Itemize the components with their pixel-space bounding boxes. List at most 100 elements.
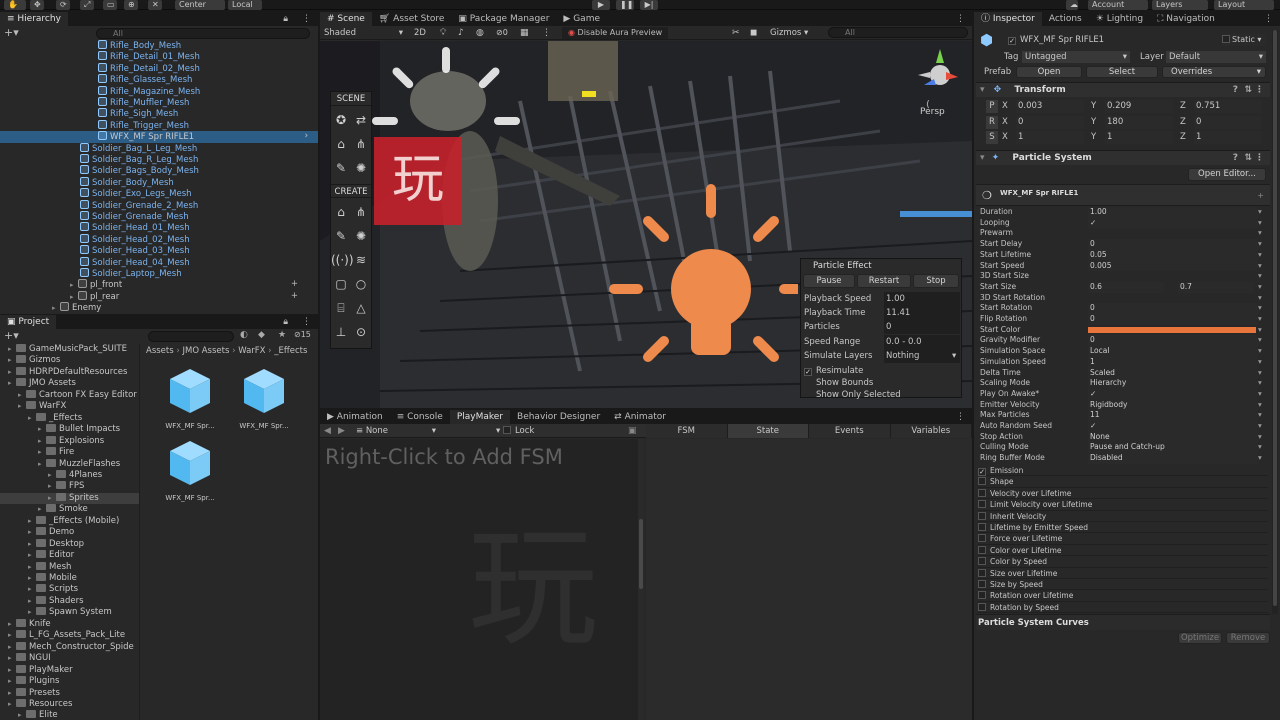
- chevron-down-icon[interactable]: ▾: [1258, 314, 1262, 325]
- hierarchy-item[interactable]: Rifle_Body_Mesh: [0, 40, 318, 51]
- transform-x-field[interactable]: 0.003: [1016, 100, 1084, 113]
- favorite-icon[interactable]: ★: [278, 330, 290, 340]
- chevron-down-icon[interactable]: ▾: [1258, 250, 1262, 261]
- kebab-menu-icon[interactable]: ⋮: [1257, 12, 1280, 26]
- layout-dropdown[interactable]: Layout: [1214, 0, 1274, 10]
- asset-item[interactable]: WFX_MF Spr...: [154, 367, 226, 430]
- transform-row-label[interactable]: R: [986, 115, 998, 129]
- tab-hierarchy[interactable]: ≡ Hierarchy: [0, 12, 68, 26]
- 2d-toggle[interactable]: 2D: [414, 27, 426, 39]
- gizmos-dropdown[interactable]: Gizmos ▾: [770, 27, 808, 39]
- tab-behavior-designer[interactable]: Behavior Designer: [510, 410, 607, 424]
- rect-tool-icon[interactable]: ▭: [103, 0, 117, 10]
- chevron-down-icon[interactable]: ▾: [1258, 271, 1262, 282]
- property-value[interactable]: 0.6: [1088, 281, 1164, 293]
- project-folder[interactable]: ▸ Fire: [0, 447, 139, 458]
- pivot-local-toggle[interactable]: Local: [228, 0, 262, 10]
- checkbox-checked-icon[interactable]: ✓: [978, 468, 986, 476]
- lock-icon[interactable]: 🔒︎: [276, 315, 295, 329]
- foldout-arrow-icon[interactable]: ▸: [28, 584, 36, 595]
- show-bounds-toggle[interactable]: Show Bounds: [804, 377, 873, 389]
- hand-tool-icon[interactable]: ✋: [4, 0, 26, 10]
- foldout-arrow-icon[interactable]: ▸: [48, 481, 56, 492]
- property-value[interactable]: Local: [1088, 346, 1258, 357]
- transform-row-label[interactable]: S: [986, 131, 998, 144]
- paint-icon[interactable]: ⌂: [331, 134, 351, 154]
- layers-dropdown[interactable]: Layers: [1152, 0, 1208, 10]
- persp-label[interactable]: Persp: [920, 107, 945, 117]
- orientation-gizmo[interactable]: ⟨: [912, 45, 968, 115]
- project-folder[interactable]: ▸ Cartoon FX Easy Editor: [0, 389, 139, 401]
- hierarchy-item[interactable]: Soldier_Grenade_Mesh: [0, 211, 318, 222]
- kebab-menu-icon[interactable]: ⋮: [1255, 83, 1264, 98]
- chevron-down-icon[interactable]: ▾: [1258, 378, 1262, 389]
- preset-icon[interactable]: ⇅: [1244, 83, 1252, 98]
- chevron-down-icon[interactable]: ▾: [1258, 432, 1262, 443]
- prefab-overrides-dropdown[interactable]: Overrides ▾: [1162, 66, 1266, 78]
- module-row[interactable]: Rotation by Speed: [978, 602, 1268, 614]
- swap-icon[interactable]: ⇄: [351, 110, 371, 130]
- chevron-down-icon[interactable]: ▾: [1258, 389, 1262, 400]
- checkbox-empty-icon[interactable]: [978, 545, 986, 554]
- project-folder[interactable]: ▸ NGUI: [0, 653, 139, 664]
- cloud-icon[interactable]: ☁: [1066, 0, 1078, 10]
- project-folder[interactable]: ▸ Plugins: [0, 676, 139, 687]
- hierarchy-item[interactable]: Soldier_Head_04_Mesh: [0, 256, 318, 268]
- property-value[interactable]: Hierarchy: [1088, 378, 1258, 389]
- property-value[interactable]: 0: [1088, 335, 1258, 347]
- optimize-button[interactable]: Optimize: [1178, 632, 1222, 644]
- checkbox-empty-icon[interactable]: [978, 523, 986, 531]
- hierarchy-item[interactable]: Rifle_Magazine_Mesh: [0, 85, 318, 97]
- disable-aura-preview-button[interactable]: ◉ Disable Aura Preview: [562, 27, 669, 39]
- project-search-input[interactable]: [148, 331, 234, 342]
- chevron-down-icon[interactable]: ▾: [1258, 303, 1262, 314]
- transform-z-field[interactable]: 0: [1194, 115, 1262, 129]
- chevron-right-icon[interactable]: ›: [305, 131, 308, 142]
- hierarchy-item[interactable]: Rifle_Detail_01_Mesh: [0, 51, 318, 62]
- chevron-down-icon[interactable]: ▾: [1258, 282, 1262, 293]
- foldout-arrow-icon[interactable]: ▸: [28, 596, 36, 607]
- hierarchy-item[interactable]: Rifle_Muffler_Mesh: [0, 97, 318, 108]
- chevron-down-icon[interactable]: ▾: [1258, 346, 1262, 357]
- property-value[interactable]: 1: [1088, 356, 1258, 368]
- signal-icon[interactable]: ((·)): [331, 250, 354, 270]
- checkbox-empty-icon[interactable]: [978, 477, 986, 486]
- restart-effect-button[interactable]: Restart: [857, 274, 911, 288]
- asset-item[interactable]: WFX_MF Spr...: [154, 439, 226, 502]
- project-folder[interactable]: ▸ Resources: [0, 698, 139, 710]
- scale-tool-icon[interactable]: ⤢: [80, 0, 94, 10]
- tab-animation[interactable]: ▶ Animation: [320, 410, 390, 424]
- foldout-arrow-icon[interactable]: ▸: [28, 539, 36, 550]
- effects-toggle-icon[interactable]: ◍: [476, 27, 484, 39]
- lighting-toggle-icon[interactable]: 💡︎: [440, 27, 446, 39]
- hierarchy-item[interactable]: Rifle_Sigh_Mesh: [0, 108, 318, 119]
- module-row[interactable]: Velocity over Lifetime: [978, 488, 1268, 500]
- property-value[interactable]: 11: [1088, 410, 1258, 421]
- chevron-down-icon[interactable]: ▾: [1258, 325, 1262, 336]
- resimulate-toggle[interactable]: ✓ Resimulate: [804, 365, 863, 377]
- project-folder[interactable]: ▸ 4Planes: [0, 469, 139, 481]
- settings-icon[interactable]: ▣: [628, 425, 637, 437]
- tab-animator[interactable]: ⇄ Animator: [607, 410, 673, 424]
- hierarchy-item[interactable]: Soldier_Bag_R_Leg_Mesh: [0, 154, 318, 165]
- foldout-arrow-icon[interactable]: ▸: [18, 401, 26, 412]
- project-folder[interactable]: ▸ Spawn System: [0, 607, 139, 618]
- checkbox-empty-icon[interactable]: [978, 580, 986, 588]
- hierarchy-item[interactable]: Soldier_Body_Mesh: [0, 176, 318, 188]
- account-dropdown[interactable]: Account: [1088, 0, 1148, 10]
- asset-item[interactable]: WFX_MF Spr...: [228, 367, 300, 430]
- move-tool-icon[interactable]: ✥: [30, 0, 44, 10]
- foldout-arrow-icon[interactable]: ▸: [38, 436, 46, 447]
- fsm-select-dropdown[interactable]: ≡ None ▾: [356, 425, 436, 437]
- play-button-icon[interactable]: ▶: [592, 0, 610, 10]
- project-folder[interactable]: ▸ _Effects (Mobile): [0, 515, 139, 527]
- shading-mode-dropdown[interactable]: Shaded ▾: [324, 27, 404, 39]
- hierarchy-item[interactable]: Soldier_Head_03_Mesh: [0, 245, 318, 256]
- field-value[interactable]: 1.00: [884, 292, 960, 306]
- fsm-tab-events[interactable]: Events: [809, 424, 891, 438]
- foldout-arrow-icon[interactable]: ▸: [48, 493, 56, 504]
- chevron-down-icon[interactable]: ▾: [1258, 228, 1262, 239]
- camera-settings-icon[interactable]: ◼: [750, 27, 757, 39]
- checkbox-empty-icon[interactable]: [978, 602, 986, 611]
- transform-y-field[interactable]: 1: [1105, 131, 1173, 144]
